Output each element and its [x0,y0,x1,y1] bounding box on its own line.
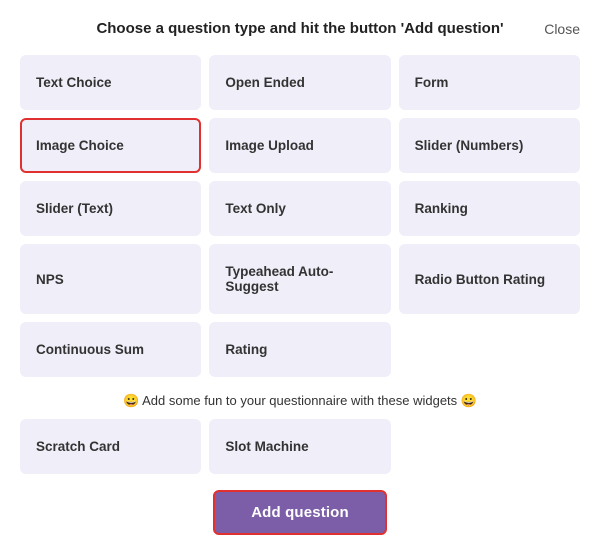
grid-item-typeahead[interactable]: Typeahead Auto-Suggest [209,244,390,314]
grid-item-radio-button-rating[interactable]: Radio Button Rating [399,244,580,314]
add-question-container: Add question [20,490,580,535]
grid-item-image-upload[interactable]: Image Upload [209,118,390,173]
grid-item-open-ended[interactable]: Open Ended [209,55,390,110]
grid-item-text-only[interactable]: Text Only [209,181,390,236]
grid-item-rating[interactable]: Rating [209,322,390,377]
grid-item-text-choice[interactable]: Text Choice [20,55,201,110]
widgets-label: 😀 Add some fun to your questionnaire wit… [20,393,580,409]
grid-item-nps[interactable]: NPS [20,244,201,314]
widget-item-scratch-card[interactable]: Scratch Card [20,419,201,474]
widgets-grid: Scratch CardSlot Machine [20,419,580,474]
grid-item-continuous-sum[interactable]: Continuous Sum [20,322,201,377]
grid-item-image-choice[interactable]: Image Choice [20,118,201,173]
grid-item-slider-numbers[interactable]: Slider (Numbers) [399,118,580,173]
dialog-title: Choose a question type and hit the butto… [20,20,580,37]
add-question-button[interactable]: Add question [213,490,387,535]
question-type-grid: Text ChoiceOpen EndedForm Image ChoiceIma… [20,55,580,377]
grid-item-form[interactable]: Form [399,55,580,110]
close-button[interactable]: Close [544,21,580,37]
widgets-section: 😀 Add some fun to your questionnaire wit… [20,393,580,474]
widget-item-slot-machine[interactable]: Slot Machine [209,419,390,474]
grid-item-slider-text[interactable]: Slider (Text) [20,181,201,236]
dialog-header: Choose a question type and hit the butto… [20,20,580,37]
grid-item-ranking[interactable]: Ranking [399,181,580,236]
